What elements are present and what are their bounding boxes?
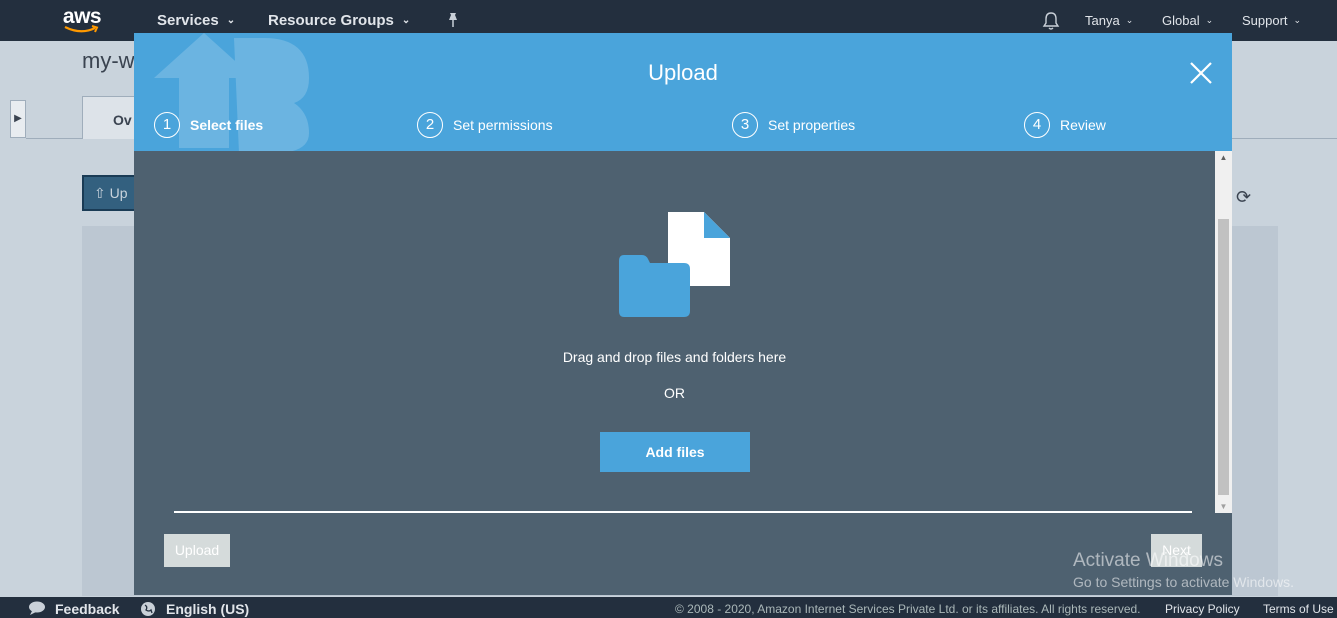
modal-header: Upload 1 Select files 2 Set permissions 3S… — [134, 33, 1232, 151]
aws-smile-icon — [64, 25, 99, 33]
services-label: Services — [157, 12, 219, 29]
console-footer: Feedback English (US) © 2008 - 2020, Ama… — [0, 597, 1337, 618]
step-number: 1 — [154, 112, 180, 138]
support-menu[interactable]: Support ⌄ — [1242, 13, 1301, 28]
bell-icon[interactable] — [1042, 11, 1060, 34]
step-number: 3 — [732, 112, 758, 138]
drop-instructions: Drag and drop files and folders here — [562, 349, 787, 365]
terms-of-use-link[interactable]: Terms of Use — [1263, 602, 1334, 616]
region-menu[interactable]: Global ⌄ — [1162, 13, 1213, 28]
or-separator: OR — [664, 385, 685, 401]
aws-logo[interactable]: aws — [60, 5, 104, 35]
modal-scrollbar[interactable]: ▲ ▼ — [1215, 151, 1232, 513]
globe-icon — [141, 602, 155, 616]
step-number: 2 — [417, 112, 443, 138]
files-and-folder-icon — [619, 212, 730, 317]
user-menu[interactable]: Tanya ⌄ — [1085, 13, 1133, 28]
scroll-down-arrow-icon[interactable]: ▼ — [1215, 502, 1232, 511]
step-label: Select files — [190, 117, 264, 133]
add-files-button[interactable]: Add files — [600, 432, 750, 472]
step-set-permissions[interactable]: 2 Set permissions — [417, 112, 553, 138]
step-label: Set properties — [768, 117, 856, 133]
step-number: 4 — [1024, 112, 1050, 138]
step-review[interactable]: 4 Review — [1024, 112, 1106, 138]
sidebar-toggle-button[interactable]: ▶ — [10, 100, 26, 138]
bucket-title: my-w — [82, 48, 135, 73]
refresh-icon[interactable]: ⟳ — [1236, 187, 1251, 208]
chevron-down-icon: ⌄ — [1293, 15, 1302, 25]
chevron-down-icon: ⌄ — [1125, 15, 1134, 25]
user-name: Tanya — [1085, 13, 1120, 28]
speech-bubble-icon — [29, 601, 45, 615]
background-upload-label: Up — [109, 185, 128, 201]
step-select-files[interactable]: 1 Select files — [154, 112, 263, 138]
resource-groups-menu[interactable]: Resource Groups ⌄ — [268, 12, 410, 29]
chevron-down-icon: ⌄ — [1205, 15, 1214, 25]
scroll-up-arrow-icon[interactable]: ▲ — [1215, 153, 1232, 162]
windows-activation-subtitle: Go to Settings to activate Windows. — [1073, 574, 1294, 590]
modal-divider — [174, 511, 1192, 513]
upload-button[interactable]: Upload — [164, 534, 230, 567]
tab-overview[interactable]: Ov — [82, 96, 142, 139]
services-menu[interactable]: Services ⌄ — [157, 12, 235, 29]
support-label: Support — [1242, 13, 1288, 28]
region-label: Global — [1162, 13, 1200, 28]
step-label: Set permissions — [453, 117, 553, 133]
windows-activation-title: Activate Windows — [1073, 550, 1223, 571]
step-label: Review — [1060, 117, 1106, 133]
feedback-link[interactable]: Feedback — [55, 601, 120, 617]
chevron-down-icon: ⌄ — [226, 15, 236, 26]
copyright-text: © 2008 - 2020, Amazon Internet Services … — [675, 602, 1141, 616]
chevron-down-icon: ⌄ — [401, 15, 411, 26]
scrollbar-thumb[interactable] — [1218, 219, 1229, 495]
upload-icon: ⇧ — [94, 185, 106, 201]
pin-icon[interactable] — [446, 12, 460, 32]
close-icon[interactable] — [1188, 60, 1214, 86]
modal-title: Upload — [648, 60, 718, 85]
language-selector[interactable]: English (US) — [166, 601, 249, 617]
resource-groups-label: Resource Groups — [268, 12, 394, 29]
upload-modal: Upload 1 Select files 2 Set permissions 3S… — [134, 33, 1232, 595]
step-set-properties[interactable]: 3 Set properties — [732, 112, 855, 138]
privacy-policy-link[interactable]: Privacy Policy — [1165, 602, 1240, 616]
